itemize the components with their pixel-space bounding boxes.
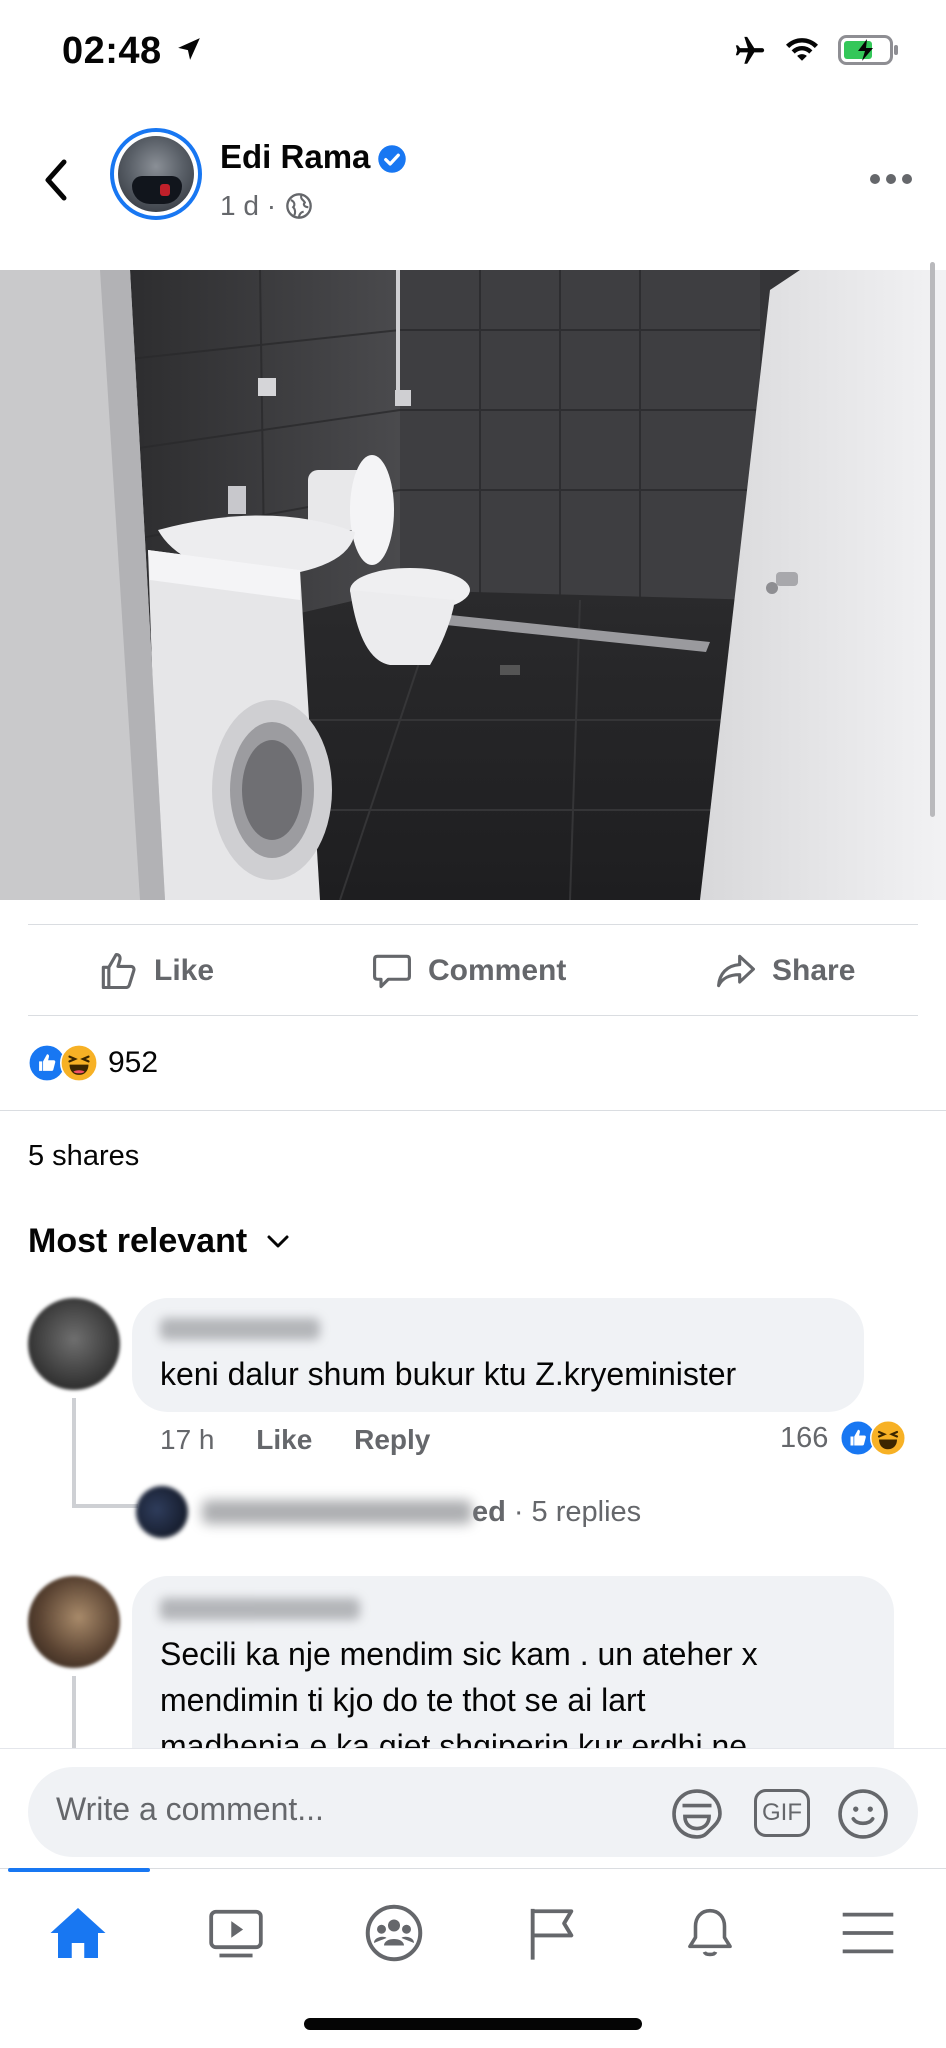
thumbs-up-icon [101, 952, 136, 990]
author-avatar[interactable] [110, 128, 202, 220]
commenter-name[interactable] [160, 1598, 360, 1620]
chevron-down-icon [267, 1235, 289, 1247]
haha-reaction-icon [870, 1420, 907, 1456]
home-icon [50, 1908, 106, 1958]
author-name[interactable]: Edi Rama [220, 138, 370, 176]
battery-charging-icon [838, 35, 898, 65]
comment-reactions[interactable]: 166 [780, 1420, 907, 1456]
comment-composer-bar: Write a comment... GIF [0, 1748, 946, 1868]
scroll-indicator [930, 262, 935, 817]
divider [28, 1015, 918, 1016]
comment-reaction-count: 166 [780, 1421, 829, 1454]
comment-button[interactable]: Comment [370, 946, 566, 996]
share-button[interactable]: Share [714, 946, 855, 996]
hamburger-menu-icon [842, 1912, 894, 1954]
commenter-avatar[interactable] [28, 1576, 120, 1668]
replier-avatar [136, 1486, 188, 1538]
like-button[interactable]: Like [96, 946, 214, 996]
replied-suffix: ed [472, 1495, 506, 1528]
tab-pages[interactable] [512, 1893, 592, 1973]
status-bar: 02:48 [0, 0, 946, 105]
like-label: Like [154, 954, 215, 987]
bottom-tab-bar [0, 1868, 946, 2008]
comment-input[interactable]: Write a comment... GIF [28, 1767, 918, 1857]
post-header: Edi Rama 1 d · [0, 120, 946, 270]
comment-reply-button[interactable]: Reply [354, 1424, 430, 1455]
tab-menu[interactable] [828, 1893, 908, 1973]
video-play-icon [209, 1909, 263, 1958]
comment-sort-dropdown[interactable]: Most relevant [28, 1222, 291, 1261]
comment-placeholder: Write a comment... [56, 1791, 324, 1827]
reaction-count: 952 [108, 1046, 159, 1079]
comment-text-line: Secili ka nje mendim sic kam . un ateher… [160, 1636, 758, 1672]
verified-badge-icon [378, 145, 406, 173]
comment-time: 17 h [160, 1424, 215, 1455]
replies-count: · 5 replies [513, 1495, 642, 1528]
flag-icon [530, 1908, 574, 1960]
comment-text-line: mendimin ti kjo do te thot se ai lart [160, 1682, 646, 1718]
replier-name [202, 1500, 472, 1524]
bell-icon [688, 1908, 732, 1957]
airplane-icon [735, 36, 765, 64]
share-label: Share [772, 954, 856, 987]
comment-like-button[interactable]: Like [256, 1424, 312, 1455]
divider [0, 1110, 946, 1111]
active-tab-indicator [8, 1868, 150, 1872]
groups-icon [365, 1904, 423, 1962]
comment-bubble[interactable]: Secili ka nje mendim sic kam . un ateher… [132, 1576, 894, 1766]
comment-label: Comment [428, 954, 567, 987]
view-replies-link[interactable]: ed · 5 replies [136, 1486, 642, 1538]
comment-text: keni dalur shum bukur ktu Z.kryeminister [160, 1356, 737, 1392]
post-photo[interactable] [0, 270, 946, 900]
comment-actions: 17 h Like Reply [160, 1424, 430, 1456]
location-arrow-icon [178, 38, 200, 60]
haha-reaction-icon [60, 1044, 98, 1082]
post-time: 1 d [220, 190, 259, 221]
sort-label: Most relevant [28, 1222, 248, 1260]
commenter-avatar[interactable] [28, 1298, 120, 1390]
gif-button[interactable]: GIF [754, 1789, 810, 1837]
tab-home[interactable] [38, 1893, 118, 1973]
reactions-summary[interactable]: 952 [28, 1040, 158, 1086]
tab-notifications[interactable] [670, 1893, 750, 1973]
reply-thread-line [76, 1504, 138, 1508]
commenter-name[interactable] [160, 1318, 320, 1340]
wifi-icon [786, 38, 818, 61]
share-arrow-icon [717, 954, 755, 988]
emoji-icon[interactable] [834, 1785, 892, 1843]
tab-watch[interactable] [196, 1893, 276, 1973]
meta-separator: · [266, 190, 277, 221]
globe-icon [286, 193, 312, 219]
tab-groups[interactable] [354, 1893, 434, 1973]
reply-thread-line [72, 1676, 76, 1756]
post-meta: 1 d · [220, 190, 276, 222]
divider [28, 924, 918, 925]
home-indicator [304, 2018, 642, 2030]
gif-label: GIF [762, 1799, 802, 1826]
comment-bubble-icon [373, 954, 411, 989]
status-time: 02:48 [62, 30, 162, 72]
sticker-icon[interactable] [668, 1785, 726, 1843]
comment-bubble[interactable]: keni dalur shum bukur ktu Z.kryeminister [132, 1298, 864, 1412]
reply-thread-line [72, 1398, 76, 1508]
back-arrow-icon[interactable] [36, 150, 76, 210]
more-options-icon[interactable] [868, 172, 914, 186]
shares-count[interactable]: 5 shares [28, 1140, 139, 1173]
